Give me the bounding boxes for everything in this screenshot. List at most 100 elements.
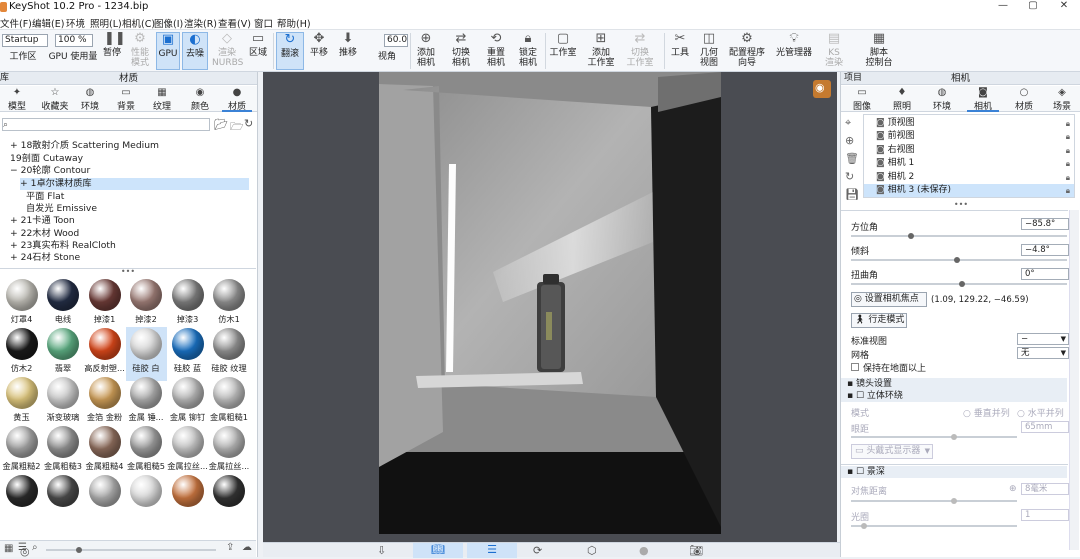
upload-icon[interactable]: ⇪ [226,542,234,553]
camera-list-item[interactable]: ◙ 相机 3 (未保存) 🔒︎ [864,184,1074,197]
gpu-toggle[interactable]: ▣ GPU [156,32,180,70]
cloud-icon[interactable]: ☁ [242,542,252,553]
pause-button[interactable]: ❚❚ 暂停 [100,32,126,70]
material-thumbnail[interactable] [43,474,84,528]
material-thumbnail[interactable]: 金属粗糙5 [126,425,167,479]
splitter-handle[interactable]: ••• [0,268,256,276]
tab-lighting[interactable]: ♦ 照明 [887,86,917,112]
tree-item[interactable]: − 20轮廓 Contour [10,165,90,177]
menu-view[interactable]: 查看(V) [218,16,251,30]
focus-distance-input[interactable]: 8毫米 [1021,483,1069,495]
tab-environments[interactable]: ◍ 环境 [76,86,104,112]
menu-camera[interactable]: 相机(C) [122,16,155,30]
splitter-handle[interactable]: ••• [841,201,1080,210]
eye-distance-input[interactable]: 65mm [1021,421,1069,433]
lock-icon[interactable]: 🔒︎ [1066,130,1070,143]
menu-edit[interactable]: 编辑(E) [32,16,64,30]
focus-target-icon[interactable]: ⊕ [1009,484,1017,494]
camera-list-item[interactable]: ◙ 前视图 🔒︎ [864,130,1074,143]
save-icon[interactable]: 💾︎ [845,188,859,201]
material-thumbnail[interactable]: 金属拉丝... [209,425,250,479]
material-thumbnail[interactable]: 金箔 金粉 [84,376,125,430]
folder-icon[interactable]: 📂︎ [214,118,228,131]
tab-scene[interactable]: ◈ 场景 [1047,86,1077,112]
workspace-select[interactable]: Startup [2,34,48,47]
camera-list-item[interactable]: ◙ 顶视图 🔒︎ [864,117,1074,130]
denoise-toggle[interactable]: ◐ 去噪 [182,32,208,70]
menu-render[interactable]: 渲染(R) [184,16,217,30]
fov-input[interactable]: 60.0 [384,34,408,47]
tab-camera[interactable]: ◙ 相机 [967,86,999,112]
material-thumbnail[interactable]: 高反射塑... [84,327,125,381]
render-icon[interactable]: ● [639,544,649,557]
import-icon[interactable]: ⇩ [377,544,386,557]
menu-file[interactable]: 文件(F) [0,16,32,30]
eye-distance-slider[interactable] [851,434,1017,440]
screenshot-icon[interactable]: 📷︎ [689,544,703,557]
tree-item[interactable]: + 21卡通 Toon [10,215,75,227]
material-thumbnail[interactable]: 硅胶 纹理 [209,327,250,381]
menu-image[interactable]: 图像(I) [154,16,183,30]
region-button[interactable]: ▭ 区域 [246,32,270,70]
material-thumbnail[interactable]: 金属 铆钉 [167,376,208,430]
reset-camera-button[interactable]: ⟲ 重置 相机 [482,32,510,70]
material-thumbnail[interactable] [126,474,167,528]
lock-icon[interactable]: 🔒︎ [1066,184,1070,197]
cloud-library-icon[interactable]: ◎ [20,545,30,558]
material-thumbnail[interactable] [84,474,125,528]
studio-button[interactable]: ▢ 工作室 [548,32,578,70]
render-viewport[interactable]: ◉ [263,72,837,542]
incline-input[interactable]: −4.8° [1021,244,1069,256]
viewport-render-icon[interactable]: ◉ [815,81,825,94]
material-thumbnail[interactable]: 金属粗糙3 [43,425,84,479]
tab-material[interactable]: ○ 材质 [1009,86,1039,112]
menu-help[interactable]: 帮助(H) [277,16,311,30]
thumbnail-size-slider[interactable] [46,547,216,553]
tree-item[interactable]: 19剖面 Cutaway [10,153,83,165]
lock-icon[interactable]: 🔒︎ [1066,117,1070,130]
material-thumbnail[interactable]: 渐变玻璃 [43,376,84,430]
tree-item[interactable]: + 22木材 Wood [10,228,79,240]
camera-list-item[interactable]: ◙ 右视图 🔒︎ [864,144,1074,157]
menu-environment[interactable]: 环境 [66,16,85,30]
trash-icon[interactable]: 🗑︎ [845,152,859,165]
lock-camera-button[interactable]: 🔒︎ 锁定 相机 [514,32,542,70]
set-camera-focus-button[interactable]: ◎ 设置相机焦点 [851,292,927,307]
add-studio-button[interactable]: ⊞ 添加 工作室 [586,32,616,70]
material-thumbnail[interactable]: 电线 [43,278,84,332]
mode-vertical-radio[interactable]: ○ 垂直并列 [963,406,1010,419]
keep-above-ground-checkbox[interactable] [851,363,859,371]
switch-studio-button[interactable]: ⇄ 切换 工作室 [624,32,656,70]
camera-list-item[interactable]: ◙ 相机 1 🔒︎ [864,157,1074,170]
project-toggle-icon[interactable]: ☰ [467,543,517,558]
minimize-button[interactable]: — [990,0,1016,15]
tree-item[interactable]: 自发光 Emissive [26,203,97,215]
tab-models[interactable]: ✦ 模型 [2,86,32,112]
grid-view-icon[interactable]: ▦ [4,543,13,554]
add-camera-button[interactable]: ⊕ 添加 相机 [412,32,440,70]
walk-mode-button[interactable]: 🚶︎ 行走模式 [851,313,907,328]
refresh-icon[interactable]: ↻ [845,170,854,183]
lock-icon[interactable]: 🔒︎ [1066,144,1070,157]
menu-window[interactable]: 窗口 [254,16,273,30]
material-thumbnail[interactable] [167,474,208,528]
library-search-input[interactable]: ⌕ [2,118,210,131]
script-console-button[interactable]: ▦ 脚本 控制台 [862,32,896,70]
tools-button[interactable]: ✂ 工具 [668,32,692,70]
material-thumbnail[interactable]: 掉漆1 [84,278,125,332]
tab-environment[interactable]: ◍ 环境 [927,86,957,112]
render-nurbs-button[interactable]: ◇ 渲染 NURBS [212,32,243,70]
camera-target-icon[interactable]: ⌖ [845,116,851,130]
performance-mode-button[interactable]: ⚙ 性能 模式 [126,32,154,70]
twist-slider[interactable] [851,281,1067,287]
close-button[interactable]: ✕ [1051,0,1077,15]
tree-item[interactable]: + 24石材 Stone [10,252,80,264]
material-thumbnail[interactable] [209,474,250,528]
grid-select[interactable]: 无 ▼ [1017,347,1069,359]
switch-camera-button[interactable]: ⇄ 切换 相机 [446,32,476,70]
camera-add-icon[interactable]: ⊕ [845,134,854,147]
tab-colors[interactable]: ◉ 颜色 [186,86,214,112]
material-thumbnail[interactable]: 金属拉丝... [167,425,208,479]
ks-render-button[interactable]: ▤ KS 渲染 [820,32,848,70]
aperture-input[interactable]: 1 [1021,509,1069,521]
